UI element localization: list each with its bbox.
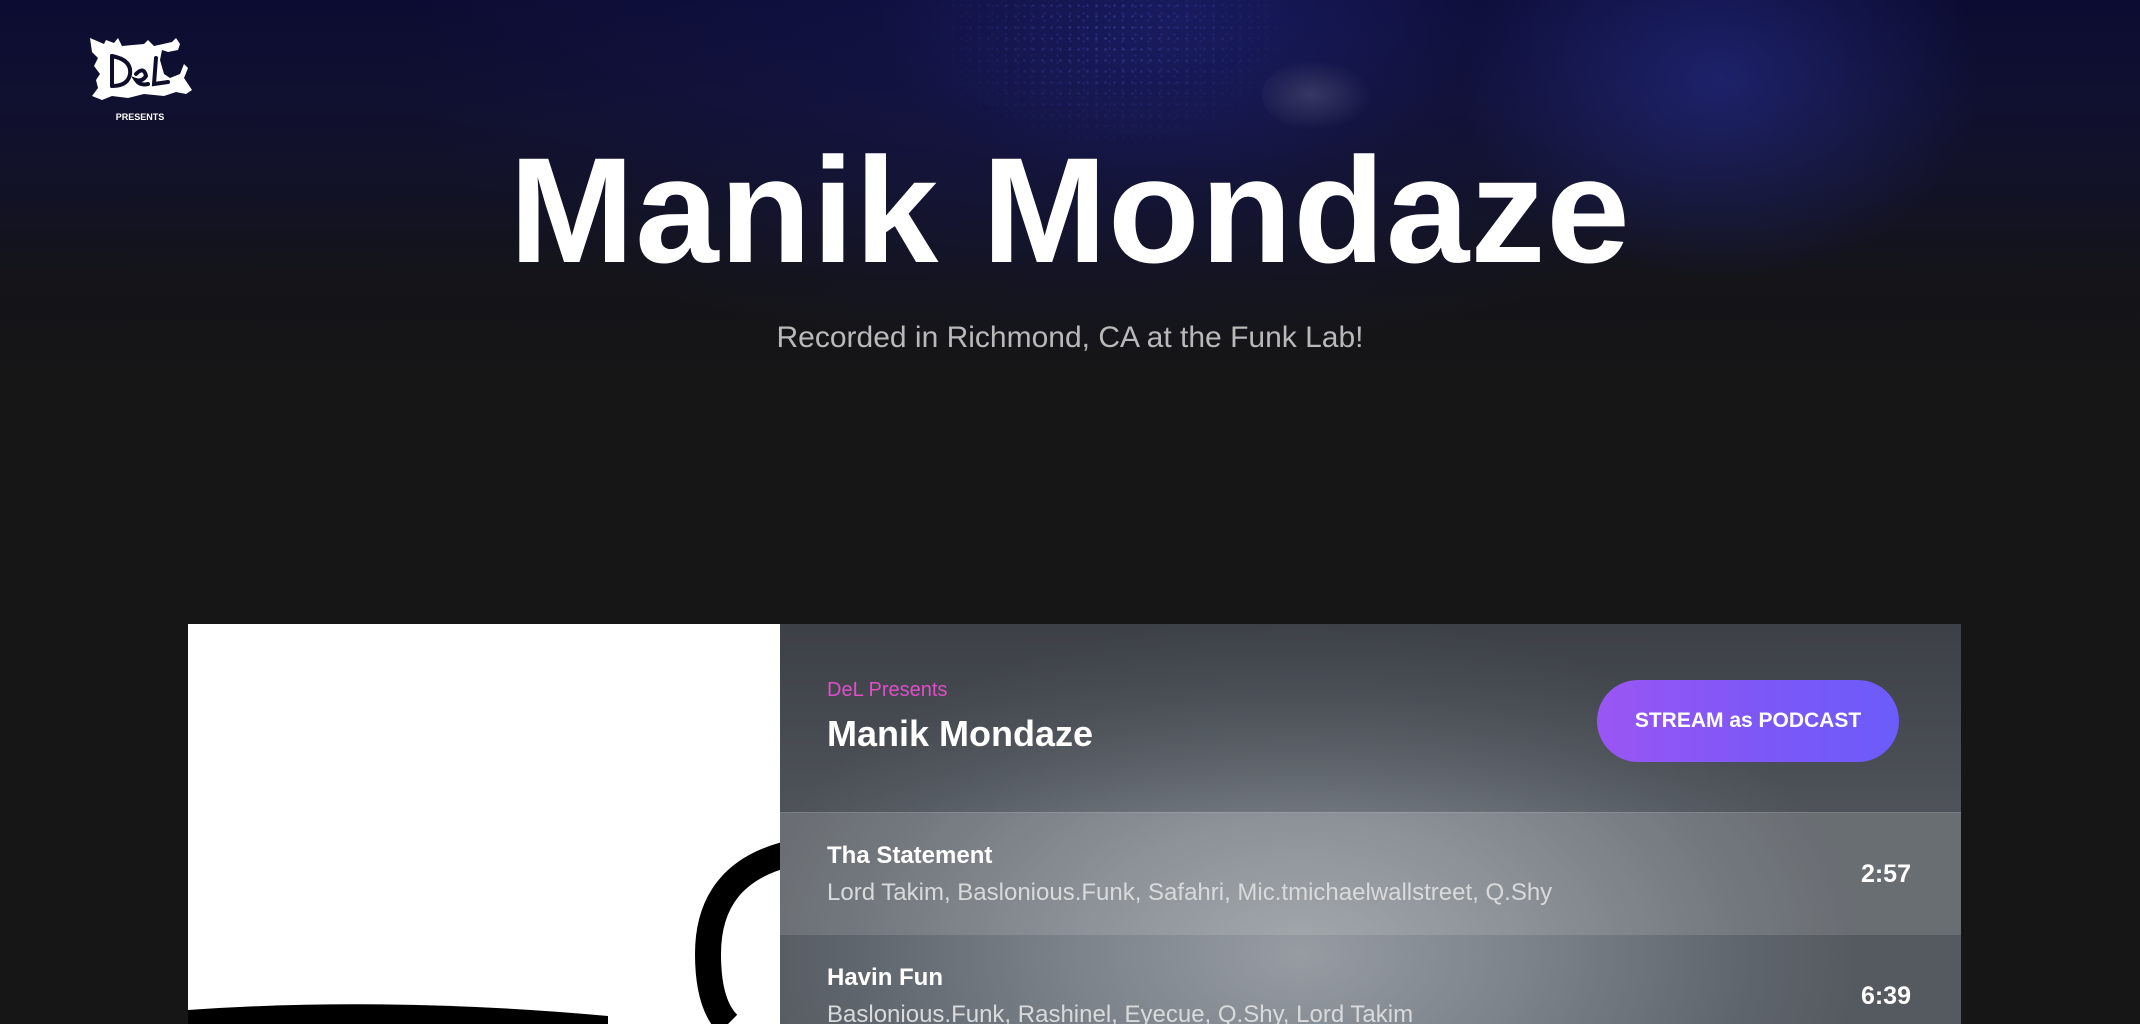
panel-header: DeL Presents Manik Mondaze STREAM as POD…: [780, 624, 1961, 812]
track-title: Havin Fun: [827, 964, 944, 991]
logo-presents-text: PRESENTS: [116, 112, 165, 122]
track-row[interactable]: Tha Statement Lord Takim, Baslonious.Fun…: [780, 812, 1961, 934]
track-artists: Baslonious.Funk, Rashinel, Eyecue, Q.Shy…: [827, 1001, 1414, 1024]
album-player: DeL Presents Manik Mondaze STREAM as POD…: [188, 624, 1961, 1024]
page: PRESENTS Manik Mondaze Recorded in Richm…: [0, 0, 2140, 1024]
cover-art-graphic: [188, 624, 780, 1024]
track-row[interactable]: Havin Fun Baslonious.Funk, Rashinel, Eye…: [780, 934, 1961, 1024]
hero-banner: PRESENTS Manik Mondaze Recorded in Richm…: [0, 0, 2140, 560]
tracklist-panel: DeL Presents Manik Mondaze STREAM as POD…: [780, 624, 1961, 1024]
del-presents-logo[interactable]: PRESENTS: [84, 34, 196, 126]
album-cover-art: [188, 624, 780, 1024]
hero-background-figure: [1262, 60, 1372, 130]
track-artists: Lord Takim, Baslonious.Funk, Safahri, Mi…: [827, 879, 1553, 906]
track-duration: 2:57: [1860, 860, 1911, 888]
album-title: Manik Mondaze: [827, 713, 1094, 754]
stream-as-podcast-button[interactable]: STREAM as PODCAST: [1597, 680, 1899, 762]
page-title: Manik Mondaze: [509, 126, 1631, 294]
publisher-link[interactable]: DeL Presents: [827, 678, 947, 702]
track-title: Tha Statement: [827, 842, 993, 869]
track-list: Tha Statement Lord Takim, Baslonious.Fun…: [780, 812, 1961, 1024]
track-duration: 6:39: [1860, 982, 1911, 1010]
page-subtitle: Recorded in Richmond, CA at the Funk Lab…: [776, 321, 1364, 354]
